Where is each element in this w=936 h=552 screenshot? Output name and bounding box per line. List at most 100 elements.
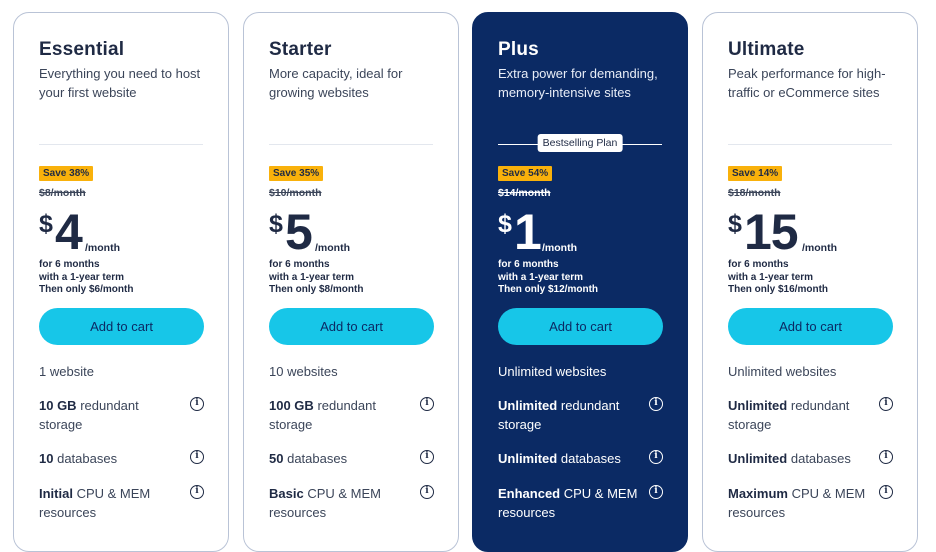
term-line: with a 1-year term: [498, 271, 584, 283]
feature-text: 1 website: [39, 364, 94, 379]
feature-bold: Basic: [269, 486, 304, 501]
currency-symbol: $: [498, 210, 512, 238]
feature-text: redundant: [80, 398, 139, 413]
feature-text: storage: [498, 417, 542, 432]
price-terms: for 6 months with a 1-year term Then onl…: [498, 259, 598, 297]
feature-databases: Unlimited databases i: [498, 449, 673, 468]
currency-symbol: $: [728, 210, 742, 238]
info-icon[interactable]: i: [649, 485, 663, 499]
feature-text: CPU & MEM: [791, 486, 866, 501]
term-line: with a 1-year term: [39, 271, 125, 283]
plan-name: Ultimate: [728, 39, 805, 60]
feature-text: databases: [57, 451, 118, 466]
price-period: /month: [542, 242, 577, 254]
currency-symbol: $: [269, 210, 283, 238]
feature-bold: 10 GB: [39, 398, 77, 413]
feature-text: redundant: [790, 398, 850, 413]
term-line: with a 1-year term: [728, 271, 814, 283]
price-period: /month: [85, 242, 120, 254]
info-icon[interactable]: i: [420, 485, 434, 499]
term-line: for 6 months: [269, 259, 330, 270]
info-icon[interactable]: i: [420, 397, 434, 411]
price-period: /month: [315, 242, 350, 254]
plan-description-line: Peak performance for high-: [728, 66, 886, 81]
feature-text: CPU & MEM: [76, 486, 151, 501]
original-price: $18/month: [728, 187, 781, 199]
term-line: Then only $16/month: [728, 284, 829, 295]
feature-websites: Unlimited websites: [728, 362, 903, 381]
feature-text: 10 websites: [269, 364, 338, 379]
price-amount: 4: [55, 204, 83, 260]
price-amount: 1: [514, 204, 542, 260]
add-to-cart-button[interactable]: Add to cart: [498, 308, 663, 345]
feature-text: CPU & MEM: [563, 486, 638, 501]
bestselling-badge: Bestselling Plan: [537, 134, 623, 152]
plan-description: More capacity, ideal for growing website…: [269, 64, 444, 102]
plan-card-plus: Plus Extra power for demanding, memory-i…: [472, 12, 688, 552]
feature-cpu: Initial CPU & MEM resources i: [39, 484, 214, 522]
feature-text: databases: [790, 451, 851, 466]
plan-card-ultimate: Ultimate Peak performance for high- traf…: [702, 12, 918, 552]
plan-name: Starter: [269, 39, 332, 60]
add-to-cart-button[interactable]: Add to cart: [728, 308, 893, 345]
plan-card-starter: Starter More capacity, ideal for growing…: [243, 12, 459, 552]
info-icon[interactable]: i: [649, 397, 663, 411]
feature-storage: 10 GB redundant storage i: [39, 396, 214, 434]
info-icon[interactable]: i: [420, 450, 434, 464]
plan-card-essential: Essential Everything you need to host yo…: [13, 12, 229, 552]
feature-storage: 100 GB redundant storage i: [269, 396, 444, 434]
feature-bold: Unlimited: [728, 398, 788, 413]
feature-bold: Unlimited: [498, 398, 558, 413]
save-badge: Save 54%: [498, 166, 553, 181]
feature-databases: 10 databases i: [39, 449, 214, 468]
term-line: Then only $8/month: [269, 284, 364, 295]
feature-bold: Maximum: [728, 486, 788, 501]
price-period: /month: [802, 242, 837, 254]
original-price: $8/month: [39, 187, 86, 199]
price-terms: for 6 months with a 1-year term Then onl…: [728, 259, 828, 297]
feature-storage: Unlimited redundant storage i: [498, 396, 673, 434]
plan-description-line: Everything you need to host: [39, 66, 201, 81]
add-to-cart-button[interactable]: Add to cart: [269, 308, 434, 345]
feature-cpu: Basic CPU & MEM resources i: [269, 484, 444, 522]
add-to-cart-button[interactable]: Add to cart: [39, 308, 204, 345]
feature-text: redundant: [317, 398, 376, 413]
plan-description-line: Extra power for demanding,: [498, 66, 658, 81]
feature-text: redundant: [560, 398, 620, 413]
feature-databases: 50 databases i: [269, 449, 444, 468]
divider: [39, 144, 203, 145]
plan-description-line: traffic or eCommerce sites: [728, 85, 880, 100]
price-terms: for 6 months with a 1-year term Then onl…: [269, 259, 363, 297]
info-icon[interactable]: i: [879, 450, 893, 464]
original-price: $10/month: [269, 187, 322, 199]
info-icon[interactable]: i: [649, 450, 663, 464]
plan-description-line: memory-intensive sites: [498, 85, 631, 100]
save-badge: Save 35%: [269, 166, 324, 181]
info-icon[interactable]: i: [190, 450, 204, 464]
plan-name: Plus: [498, 39, 539, 60]
feature-text: databases: [287, 451, 348, 466]
term-line: Then only $6/month: [39, 284, 134, 295]
term-line: for 6 months: [39, 259, 100, 270]
divider: [269, 144, 433, 145]
feature-bold: 50: [269, 451, 284, 466]
feature-text: Unlimited websites: [498, 364, 607, 379]
feature-bold: 10: [39, 451, 54, 466]
info-icon[interactable]: i: [190, 485, 204, 499]
info-icon[interactable]: i: [879, 485, 893, 499]
plan-name: Essential: [39, 39, 125, 60]
feature-text: Unlimited websites: [728, 364, 837, 379]
plan-description: Peak performance for high- traffic or eC…: [728, 64, 903, 102]
price-amount: 15: [744, 204, 799, 260]
feature-websites: 1 website: [39, 362, 214, 381]
info-icon[interactable]: i: [190, 397, 204, 411]
price-terms: for 6 months with a 1-year term Then onl…: [39, 259, 133, 297]
feature-text: storage: [728, 417, 772, 432]
info-icon[interactable]: i: [879, 397, 893, 411]
feature-cpu: Maximum CPU & MEM resources i: [728, 484, 903, 522]
feature-storage: Unlimited redundant storage i: [728, 396, 903, 434]
feature-text: databases: [560, 451, 621, 466]
feature-bold: Enhanced: [498, 486, 561, 501]
feature-bold: Initial: [39, 486, 73, 501]
plan-description-line: growing websites: [269, 85, 369, 100]
